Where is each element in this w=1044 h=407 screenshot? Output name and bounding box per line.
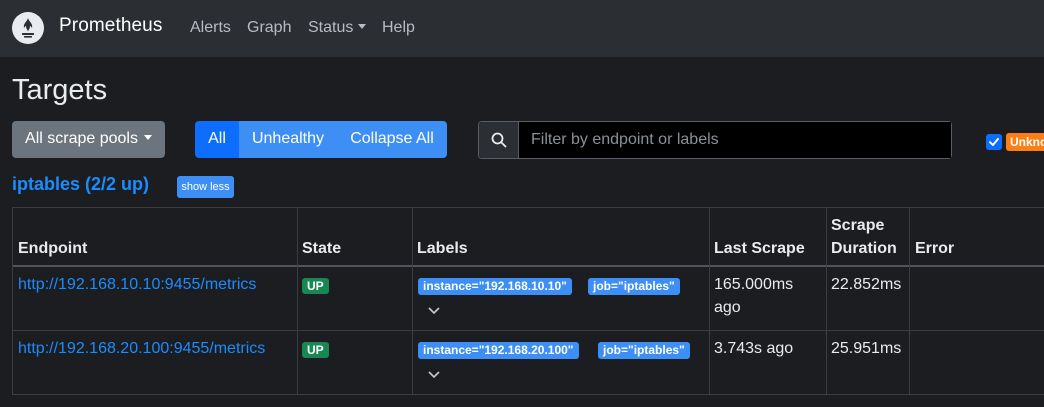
- column-divider: [709, 207, 710, 395]
- search-bar: [478, 121, 952, 159]
- targets-table: Endpoint State Labels Last Scrape Scrape…: [12, 207, 1044, 395]
- unknown-filter-badge[interactable]: Unknown: [1006, 133, 1044, 151]
- filter-unhealthy-button[interactable]: Unhealthy: [239, 121, 337, 158]
- collapse-all-button[interactable]: Collapse All: [337, 121, 447, 158]
- last-scrape-value: 165.000ms ago: [714, 276, 794, 316]
- filter-all-button[interactable]: All: [195, 121, 239, 158]
- nav-help[interactable]: Help: [382, 19, 415, 37]
- nav-status-label: Status: [308, 19, 354, 36]
- column-divider: [297, 207, 298, 395]
- scrape-pools-label: All scrape pools: [25, 130, 138, 147]
- search-input[interactable]: [519, 122, 951, 158]
- search-icon: [491, 132, 506, 148]
- table-border: [12, 207, 1044, 208]
- scrape-pools-dropdown[interactable]: All scrape pools: [12, 121, 165, 158]
- chevron-down-icon[interactable]: [427, 370, 441, 380]
- label-badge: instance="192.168.10.10": [418, 278, 572, 295]
- label-badge: job="iptables": [588, 278, 680, 295]
- endpoint-link[interactable]: http://192.168.10.10:9455/metrics: [18, 273, 256, 296]
- column-divider: [12, 207, 13, 395]
- caret-down-icon: [143, 135, 152, 140]
- header-last-scrape: Last Scrape: [714, 240, 805, 257]
- page-title: Targets: [12, 74, 108, 106]
- scrape-duration-value: 22.852ms: [831, 276, 902, 293]
- state-badge: UP: [302, 278, 329, 294]
- nav-alerts[interactable]: Alerts: [190, 19, 231, 37]
- header-labels: Labels: [417, 240, 468, 257]
- scrape-pool-title[interactable]: iptables (2/2 up): [12, 174, 149, 195]
- header-divider: [12, 265, 1044, 267]
- column-divider: [826, 207, 827, 395]
- unknown-filter-checkbox[interactable]: [986, 134, 1002, 150]
- prometheus-logo-icon[interactable]: [12, 12, 44, 44]
- brand-title[interactable]: Prometheus: [59, 15, 162, 37]
- last-scrape-value: 3.743s ago: [714, 340, 794, 357]
- column-divider: [909, 207, 910, 395]
- search-button[interactable]: [479, 122, 519, 158]
- endpoint-link[interactable]: http://192.168.20.100:9455/metrics: [18, 337, 265, 360]
- table-border: [12, 394, 1044, 395]
- label-badge: job="iptables": [598, 342, 690, 359]
- checkmark-icon: [989, 138, 999, 146]
- header-error: Error: [915, 240, 955, 257]
- chevron-down-icon[interactable]: [427, 306, 441, 316]
- label-badge: instance="192.168.20.100": [418, 342, 579, 359]
- state-badge: UP: [302, 342, 329, 358]
- row-divider: [12, 330, 1044, 331]
- header-state: State: [302, 240, 342, 257]
- scrape-duration-value: 25.951ms: [831, 340, 902, 357]
- column-divider: [412, 207, 413, 395]
- nav-status[interactable]: Status: [308, 19, 367, 37]
- header-scrape-duration: Scrape Duration: [831, 217, 897, 257]
- caret-down-icon: [358, 24, 367, 29]
- nav-graph[interactable]: Graph: [247, 19, 291, 37]
- header-endpoint: Endpoint: [18, 240, 88, 257]
- navbar: Prometheus Alerts Graph Status Help: [0, 0, 1044, 57]
- show-less-button[interactable]: show less: [177, 176, 234, 198]
